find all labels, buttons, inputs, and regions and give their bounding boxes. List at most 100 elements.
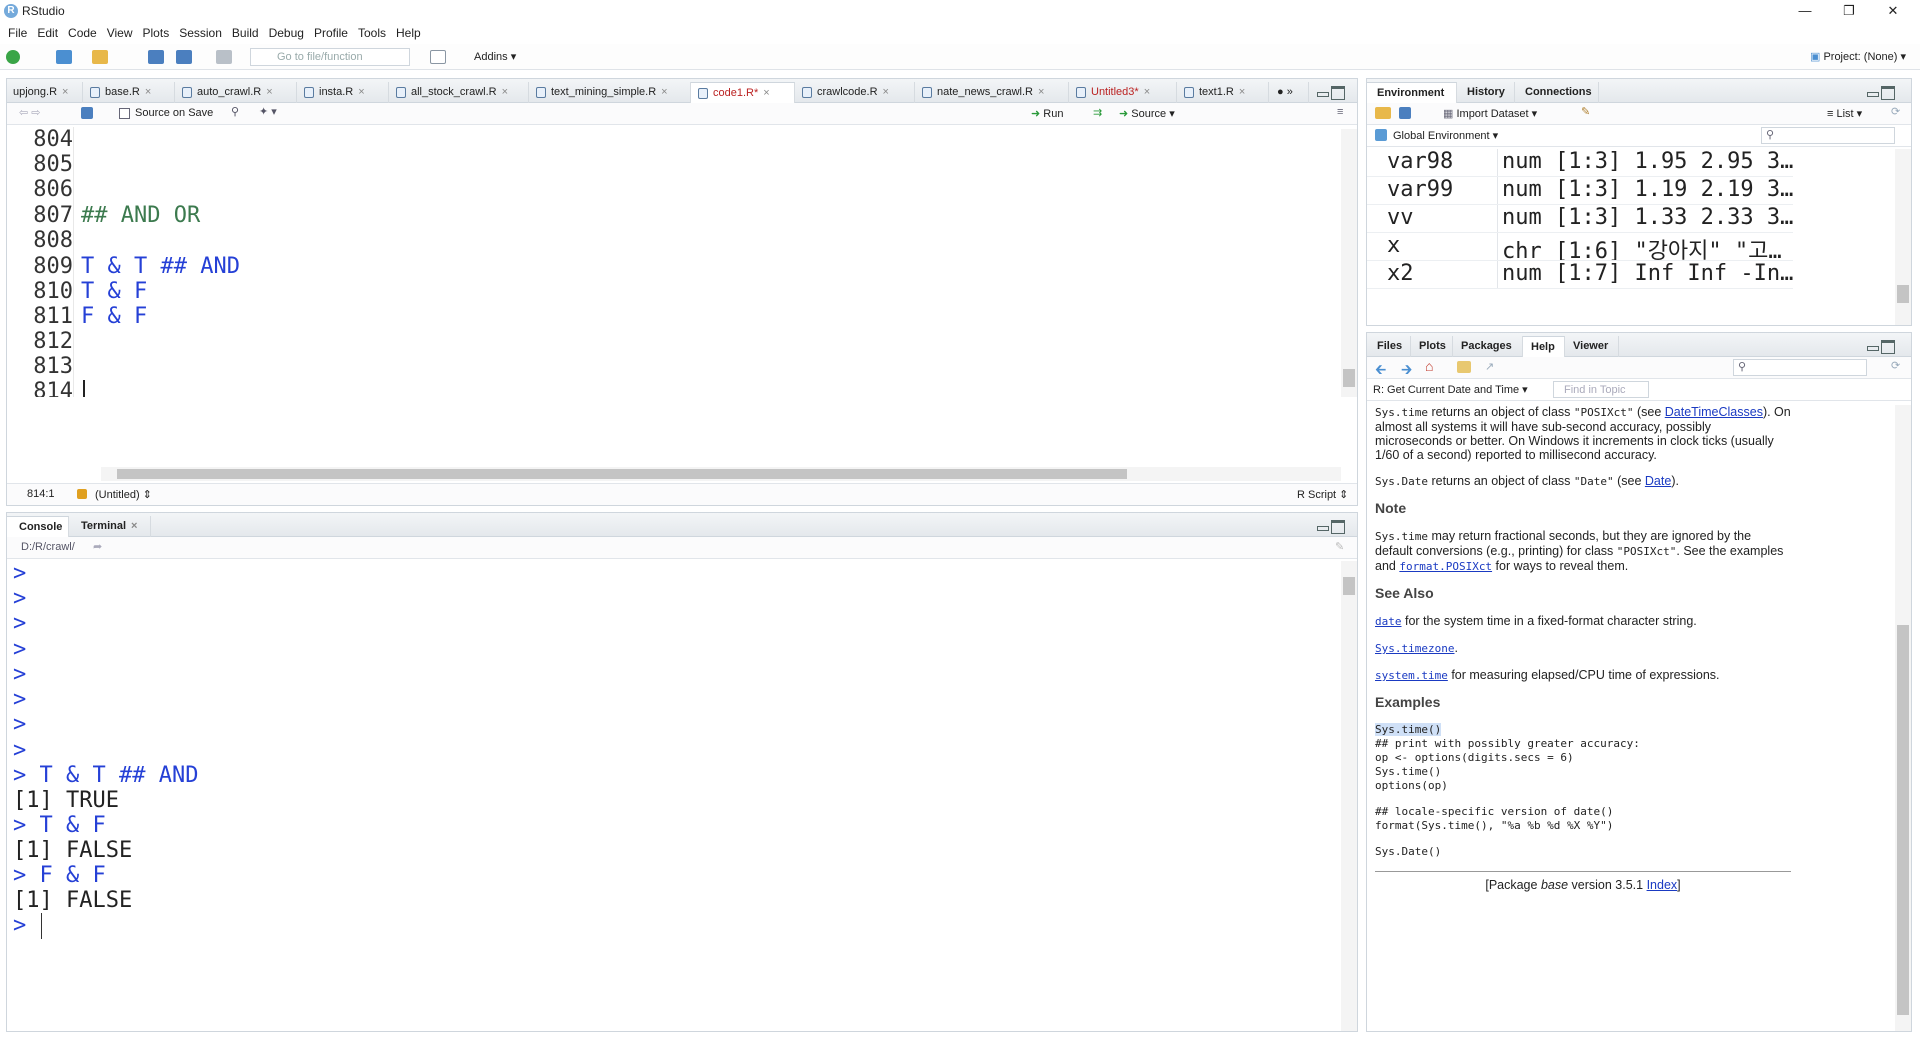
env-row[interactable]: var99 num [1:3] 1.19 2.19 3… (1367, 177, 1793, 205)
save-all-icon[interactable] (176, 50, 192, 64)
tab-environment[interactable]: Environment (1367, 82, 1457, 103)
run-button[interactable]: ➜ Run (1031, 107, 1063, 120)
find-in-topic-input[interactable]: Find in Topic (1553, 381, 1649, 398)
workspace-panes-icon[interactable] (430, 50, 446, 64)
rerun-icon[interactable]: ⇉ (1093, 106, 1102, 119)
search-icon[interactable]: ⚲ (231, 105, 239, 118)
tab-text-mining-simple[interactable]: text_mining_simple.R × (529, 82, 691, 103)
tab-nate-news-crawl[interactable]: nate_news_crawl.R × (915, 82, 1069, 103)
minimize-icon[interactable]: — (1788, 2, 1822, 20)
menu-build[interactable]: Build (228, 22, 265, 44)
menu-edit[interactable]: Edit (33, 22, 64, 44)
env-row[interactable]: var98 num [1:3] 1.95 2.95 3… (1367, 149, 1793, 177)
tab-upjong[interactable]: upjong.R × (7, 82, 83, 103)
scroll-thumb[interactable] (117, 469, 1127, 479)
back-forward-icon[interactable]: ⇦ ⇨ (19, 106, 41, 119)
close-tab-icon[interactable]: × (1144, 86, 1150, 98)
source-button[interactable]: ➜ Source ▾ (1119, 107, 1175, 120)
minimize-maximize-icon[interactable] (1863, 340, 1895, 354)
close-tab-icon[interactable]: × (62, 86, 68, 98)
outline-icon[interactable]: ≡ (1337, 106, 1343, 118)
console-output[interactable]: > > > > > > > > > T & T ## AND [1] TRUE … (7, 561, 1093, 939)
help-search-input[interactable]: ⚲ (1733, 359, 1867, 376)
file-type-selector[interactable]: R Script ⇕ (1297, 488, 1348, 501)
close-tab-icon[interactable]: × (131, 520, 137, 532)
goto-file-input[interactable]: Go to file/function (250, 48, 410, 66)
project-menu[interactable]: ▣ Project: (None) ▾ (1810, 50, 1906, 63)
tab-terminal[interactable]: Terminal × (69, 516, 151, 537)
scroll-thumb[interactable] (1343, 577, 1355, 595)
sys-timezone-link[interactable]: Sys.timezone (1375, 642, 1454, 655)
close-tab-icon[interactable]: × (502, 86, 508, 98)
console-vertical-scrollbar[interactable] (1341, 561, 1357, 1031)
close-icon[interactable]: ✕ (1876, 2, 1910, 20)
menu-debug[interactable]: Debug (265, 22, 310, 44)
editor-horizontal-scrollbar[interactable] (101, 467, 1341, 481)
close-tab-icon[interactable]: × (266, 86, 272, 98)
close-tab-icon[interactable]: × (145, 86, 151, 98)
clear-console-icon[interactable]: ✎ (1335, 540, 1344, 553)
new-project-icon[interactable] (56, 50, 72, 64)
menu-help[interactable]: Help (392, 22, 427, 44)
tab-base[interactable]: base.R × (83, 82, 175, 103)
menu-tools[interactable]: Tools (354, 22, 392, 44)
new-file-icon[interactable] (6, 50, 20, 64)
save-workspace-icon[interactable] (1399, 107, 1411, 119)
save-icon[interactable] (148, 50, 164, 64)
addins-button[interactable]: Addins ▾ (474, 50, 516, 63)
tab-text1[interactable]: text1.R × (1177, 82, 1269, 103)
close-tab-icon[interactable]: × (661, 86, 667, 98)
home-icon[interactable]: ⌂ (1425, 358, 1433, 374)
broom-icon[interactable]: ✎ (1581, 105, 1590, 118)
date-link[interactable]: Date (1645, 474, 1671, 488)
environment-search-input[interactable]: ⚲ (1761, 127, 1895, 144)
close-tab-icon[interactable]: × (358, 86, 364, 98)
tab-crawlcode[interactable]: crawlcode.R × (795, 82, 915, 103)
index-link[interactable]: Index (1647, 878, 1678, 892)
print-icon[interactable] (1457, 361, 1471, 373)
refresh-icon[interactable]: ⟳ (1891, 105, 1900, 118)
code-editor[interactable]: 804 805 806 807 ## AND OR 808 809 T & T ##… (7, 127, 1095, 397)
menu-code[interactable]: Code (64, 22, 103, 44)
minimize-maximize-icon[interactable] (1313, 86, 1345, 100)
tab-untitled3[interactable]: Untitled3* × (1069, 82, 1177, 103)
datetimeclasses-link[interactable]: DateTimeClasses (1665, 405, 1763, 419)
tab-insta[interactable]: insta.R × (297, 82, 389, 103)
tab-console[interactable]: Console (7, 516, 69, 537)
menu-file[interactable]: File (4, 22, 33, 44)
refresh-icon[interactable]: ⟳ (1891, 359, 1900, 372)
minimize-maximize-icon[interactable] (1863, 86, 1895, 100)
menu-view[interactable]: View (103, 22, 139, 44)
goto-directory-icon[interactable]: ➦ (93, 540, 102, 553)
source-on-save-checkbox[interactable] (119, 108, 130, 119)
env-row[interactable]: x chr [1:6] "강아지" "고… (1367, 233, 1793, 261)
list-view-selector[interactable]: ≡ List ▾ (1827, 107, 1862, 120)
system-time-link[interactable]: system.time (1375, 669, 1448, 682)
tab-auto-crawl[interactable]: auto_crawl.R × (175, 82, 297, 103)
minimize-maximize-icon[interactable] (1313, 520, 1345, 534)
print-icon[interactable] (216, 50, 232, 64)
open-window-icon[interactable]: ↗ (1485, 360, 1494, 373)
load-workspace-icon[interactable] (1375, 107, 1391, 119)
editor-vertical-scrollbar[interactable] (1341, 129, 1357, 397)
env-row[interactable]: vv num [1:3] 1.33 2.33 3… (1367, 205, 1793, 233)
scroll-thumb[interactable] (1897, 625, 1909, 1015)
menu-session[interactable]: Session (175, 22, 228, 44)
close-tab-icon[interactable]: × (1038, 86, 1044, 98)
scroll-thumb[interactable] (1343, 369, 1355, 387)
close-tab-icon[interactable]: × (1239, 86, 1245, 98)
menu-profile[interactable]: Profile (310, 22, 354, 44)
close-tab-icon[interactable]: × (763, 87, 769, 99)
tab-code1[interactable]: code1.R* × (691, 82, 795, 103)
scope-selector[interactable]: Global Environment ▾ (1393, 129, 1498, 142)
tab-connections[interactable]: Connections (1515, 82, 1599, 103)
tab-packages[interactable]: Packages (1453, 336, 1523, 357)
scroll-thumb[interactable] (1897, 285, 1909, 303)
close-tab-icon[interactable]: × (883, 86, 889, 98)
date-fn-link[interactable]: date (1375, 615, 1402, 628)
code-tools-icon[interactable]: ✦ ▾ (259, 105, 277, 118)
environment-vertical-scrollbar[interactable] (1895, 149, 1911, 325)
open-file-icon[interactable] (92, 50, 108, 64)
env-row[interactable]: x2 num [1:7] Inf Inf -In… (1367, 261, 1793, 289)
scope-selector[interactable]: (Untitled) ⇕ (95, 488, 152, 501)
